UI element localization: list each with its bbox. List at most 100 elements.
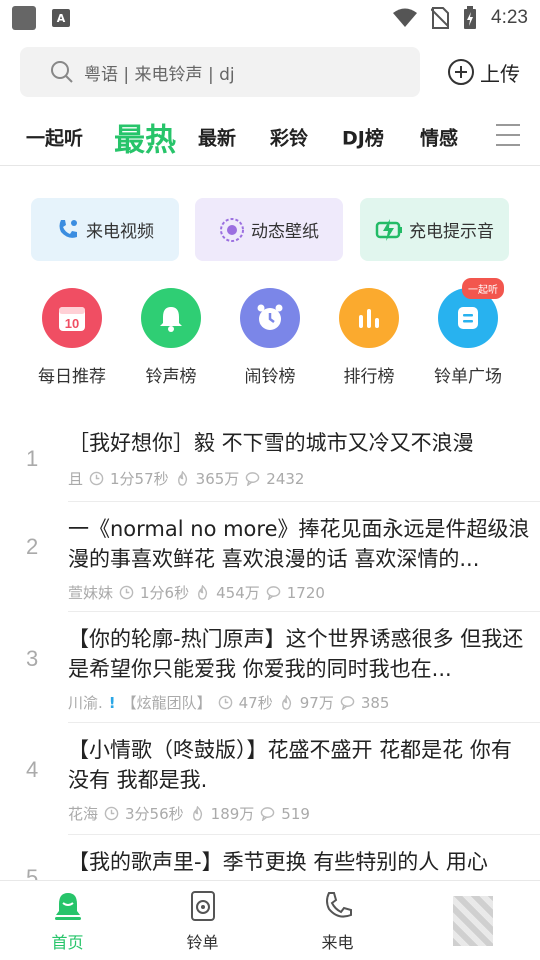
calendar-day: 10	[65, 316, 79, 331]
speaker-icon	[190, 890, 215, 921]
wifi-icon	[393, 8, 418, 27]
upload-label: 上传	[480, 61, 520, 86]
nav-label: 首页	[51, 932, 84, 952]
song-title: 【小情歌（咚鼓版）】花盛不盛开 花都是花 你有没有 我都是我.	[68, 738, 512, 792]
charging-icon	[375, 218, 402, 241]
play-count: 97万	[299, 694, 334, 712]
app-notification-icon: A	[52, 9, 70, 27]
category-tabs: 一起听 最热 最新 彩铃 DJ榜 情感	[0, 108, 540, 166]
song-title: 一《normal no more》捧花见面永远是件超级浪漫的事喜欢鲜花 喜欢浪漫…	[68, 517, 530, 571]
rank-number: 1	[26, 446, 39, 471]
no-sim-icon	[431, 7, 450, 29]
song-title: ［我好想你］毅 不下雪的城市又冷又不浪漫	[68, 431, 474, 455]
status-bar: A 4:23	[0, 0, 540, 36]
search-placeholder: 粤语 | 来电铃声 | dj	[84, 64, 235, 85]
playlist-square-item[interactable]: 一起听 铃单广场	[423, 278, 513, 387]
duration: 1分6秒	[140, 584, 190, 602]
comment-icon	[340, 696, 355, 710]
tab-hottest[interactable]: 最热	[114, 114, 176, 159]
bar-chart-icon	[339, 288, 399, 348]
song-row[interactable]: 4 【小情歌（咚鼓版）】花盛不盛开 花都是花 你有没有 我都是我. 花海 3分5…	[0, 723, 540, 835]
play-count: 365万	[195, 470, 240, 488]
calendar-icon: 10	[42, 288, 102, 348]
clock: 4:23	[491, 7, 528, 28]
tab-color-ring[interactable]: 彩铃	[270, 123, 308, 150]
icon-label: 闹铃榜	[244, 367, 296, 387]
fire-icon	[192, 806, 202, 821]
notification-icon	[12, 6, 36, 30]
search-row: 粤语 | 来电铃声 | dj 上传	[20, 46, 520, 98]
comment-icon	[246, 472, 260, 486]
comment-icon	[261, 807, 275, 821]
ranking-item[interactable]: 排行榜	[324, 288, 414, 387]
team-tag: 【炫龍团队】	[121, 694, 212, 712]
song-meta: 川渝. ! 【炫龍团队】 47秒 97万 385	[68, 692, 389, 713]
rank-number: 3	[26, 646, 39, 671]
card-label: 来电视频	[86, 222, 154, 242]
comment-count: 385	[360, 693, 390, 712]
nav-label: 来电	[321, 932, 354, 952]
incoming-call-icon	[59, 219, 77, 238]
comment-count: 2432	[266, 469, 305, 488]
tab-newest[interactable]: 最新	[198, 123, 236, 150]
menu-icon[interactable]	[496, 124, 520, 146]
nav-calls[interactable]: 来电	[270, 881, 405, 960]
nav-profile[interactable]	[405, 881, 540, 960]
bottom-nav: 首页 铃单 来电	[0, 880, 540, 960]
song-meta: 花海 3分56秒 189万 519	[68, 803, 310, 824]
tab-dj-chart[interactable]: DJ榜	[342, 123, 384, 150]
add-icon	[448, 59, 474, 85]
clock-icon	[104, 806, 119, 821]
play-count: 189万	[210, 805, 255, 823]
upload-button[interactable]: 上传	[448, 58, 520, 87]
incoming-video-card[interactable]: 来电视频	[31, 198, 179, 261]
profile-icon	[452, 895, 493, 946]
feature-cards: 来电视频 动态壁纸 充电提示音	[31, 198, 509, 261]
clock-icon	[218, 695, 232, 710]
author: 花海	[68, 805, 99, 823]
charging-sound-card[interactable]: 充电提示音	[360, 198, 509, 261]
nav-home[interactable]: 首页	[0, 881, 135, 960]
icon-label: 排行榜	[343, 367, 395, 387]
song-title: 【我的歌声里-】季节更换 有些特别的人 用心	[68, 850, 488, 874]
icon-label: 铃单广场	[434, 367, 502, 387]
bell-icon	[141, 288, 201, 348]
play-count: 454万	[216, 584, 260, 602]
rank-number: 5	[26, 865, 39, 880]
listen-together-badge: 一起听	[462, 278, 504, 299]
icon-label: 每日推荐	[38, 367, 106, 387]
phone-icon	[325, 891, 352, 917]
song-row[interactable]: 3 【你的轮廓-热门原声】这个世界诱惑很多 但我还是希望你只能爱我 你爱我的同时…	[0, 612, 540, 723]
fire-icon	[281, 695, 291, 710]
ringtone-chart-item[interactable]: 铃声榜	[126, 288, 216, 387]
song-meta: 且 1分57秒 365万 2432	[68, 468, 304, 489]
comment-count: 519	[281, 804, 310, 823]
alarm-chart-item[interactable]: 闹铃榜	[225, 288, 315, 387]
rank-number: 2	[26, 534, 39, 559]
nav-label: 铃单	[186, 932, 219, 952]
playlist-icon: 一起听	[438, 278, 504, 348]
search-icon	[51, 61, 73, 83]
nav-playlists[interactable]: 铃单	[135, 881, 270, 960]
tab-emotion[interactable]: 情感	[420, 123, 458, 150]
duration: 47秒	[238, 694, 273, 712]
comment-count: 1720	[286, 583, 325, 602]
duration: 3分56秒	[125, 805, 184, 823]
search-input[interactable]: 粤语 | 来电铃声 | dj	[20, 47, 420, 97]
daily-recommend-item[interactable]: 10 每日推荐	[27, 288, 117, 387]
card-label: 充电提示音	[409, 222, 494, 242]
author: 且	[68, 470, 84, 488]
tab-together[interactable]: 一起听	[26, 123, 83, 150]
author: 萱妹妹	[68, 584, 114, 602]
song-row[interactable]: 1 ［我好想你］毅 不下雪的城市又冷又不浪漫 且 1分57秒 365万 2432	[0, 420, 540, 502]
icon-label: 铃声榜	[145, 367, 197, 387]
song-row[interactable]: 2 一《normal no more》捧花见面永远是件超级浪漫的事喜欢鲜花 喜欢…	[0, 502, 540, 612]
author: 川渝.	[68, 694, 103, 712]
live-wallpaper-card[interactable]: 动态壁纸	[195, 198, 343, 261]
fire-icon	[198, 585, 208, 600]
comment-icon	[266, 586, 281, 600]
duration: 1分57秒	[110, 470, 169, 488]
song-meta: 萱妹妹 1分6秒 454万 1720	[68, 582, 325, 603]
song-row[interactable]: 5 【我的歌声里-】季节更换 有些特别的人 用心	[0, 835, 540, 880]
live-wallpaper-icon	[220, 217, 244, 242]
